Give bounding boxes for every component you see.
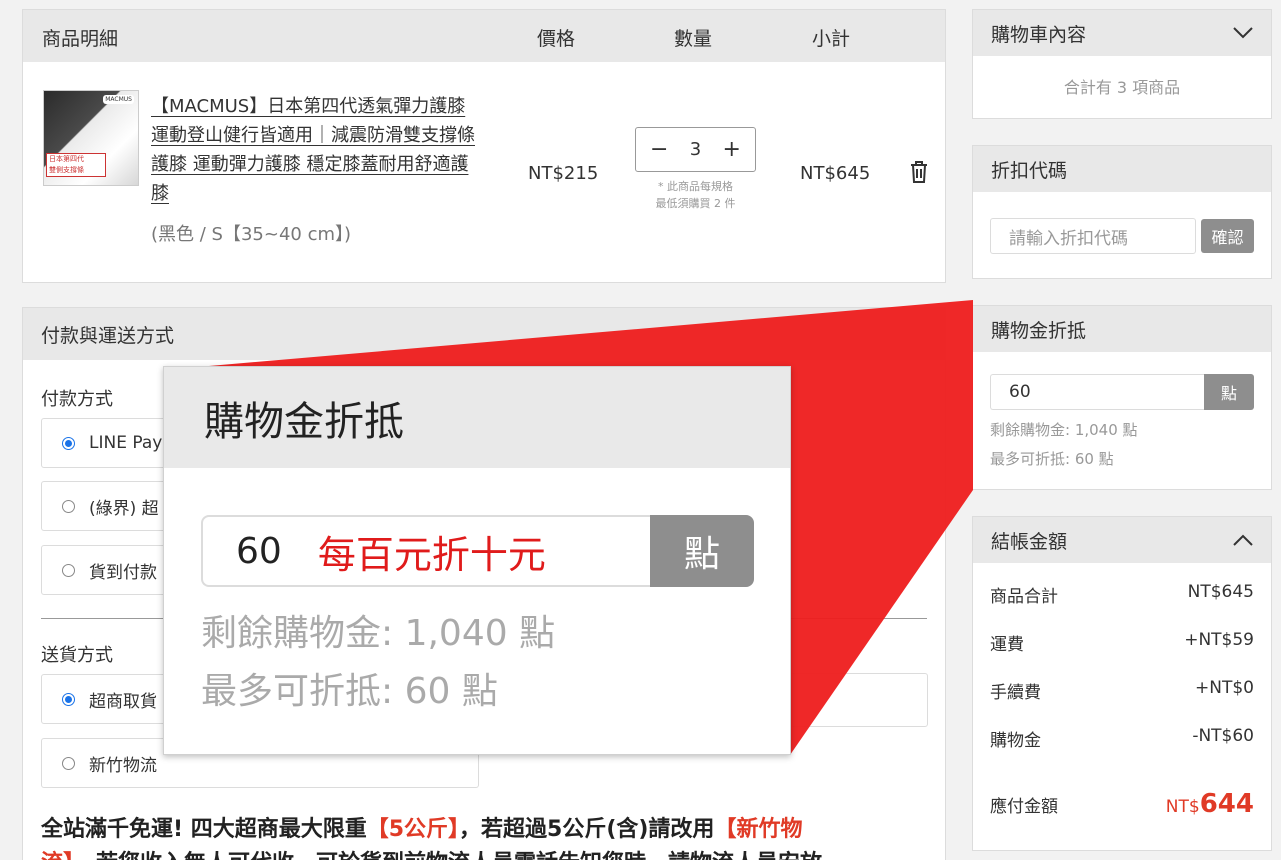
store-select-box[interactable] [783, 673, 928, 727]
coupon-panel: 折扣代碼 請輸入折扣代碼 確認 [972, 145, 1272, 279]
column-header-price: 價格 [537, 28, 576, 50]
chevron-down-icon[interactable] [1233, 27, 1253, 39]
points-remaining: 剩餘購物金: 1,040 點 [990, 421, 1138, 439]
chevron-up-icon[interactable] [1233, 534, 1253, 546]
coupon-confirm-button[interactable]: 確認 [1201, 219, 1254, 253]
summary-row-shipping: 運費 +NT$59 [990, 630, 1254, 655]
radio-icon[interactable] [62, 563, 75, 577]
radio-icon[interactable] [62, 499, 75, 513]
points-title: 購物金折抵 [973, 306, 1271, 352]
qty-increase-button[interactable]: + [723, 137, 741, 162]
cart-table: 商品明細 價格 數量 小計 MACMUS 日本第四代 雙側支撐條 【MACMUS… [22, 9, 946, 283]
column-header-subtotal: 小計 [812, 28, 851, 50]
qty-value[interactable]: 3 [690, 139, 701, 160]
summary-row-points: 購物金 -NT$60 [990, 726, 1254, 751]
summary-row-fee: 手續費 +NT$0 [990, 678, 1254, 703]
column-header-qty: 數量 [674, 28, 713, 50]
points-max: 最多可折抵: 60 點 [990, 450, 1114, 468]
zoom-unit-button: 點 [650, 515, 754, 587]
coupon-input[interactable]: 請輸入折扣代碼 [990, 218, 1196, 254]
cart-item-count: 合計有 3 項商品 [1063, 78, 1181, 97]
zoom-annotation: 每百元折十元 [317, 532, 546, 577]
checkout-summary-panel: 結帳金額 商品合計 NT$645 運費 +NT$59 手續費 +NT$0 購物金 -NT… [972, 516, 1272, 851]
radio-selected-icon[interactable] [62, 436, 75, 450]
shipping-notice: 全站滿千免運! 四大超商最大限重【5公斤】，若超過5公斤(含)請改用【新竹物流】… [41, 817, 822, 860]
shipping-method-label: 送貨方式 [41, 645, 113, 666]
zoom-title: 購物金折抵 [164, 367, 790, 468]
payment-method-label: 付款方式 [41, 389, 113, 410]
product-name-link[interactable]: 【MACMUS】日本第四代透氣彈力護膝 運動登山健行皆適用｜減震防滑雙支撐條護膝… [151, 92, 486, 208]
zoom-remaining: 剩餘購物金: 1,040 點 [201, 613, 556, 654]
product-price: NT$215 [528, 163, 599, 184]
cart-content-panel: 購物車內容 合計有 3 項商品 [972, 9, 1272, 119]
column-header-product: 商品明細 [42, 28, 119, 50]
points-unit-button[interactable]: 點 [1204, 374, 1254, 410]
cart-table-header: 商品明細 價格 數量 小計 [23, 10, 945, 62]
qty-min-note: * 此商品每規格 最低須購買 2 件 [655, 180, 736, 210]
total-amount: NT$644 [1165, 789, 1254, 819]
summary-row-total: 應付金額 NT$644 [990, 789, 1254, 819]
zoom-points-input: 60 每百元折十元 [201, 515, 651, 587]
summary-row-subtotal: 商品合計 NT$645 [990, 582, 1254, 607]
summary-header[interactable]: 結帳金額 [973, 517, 1271, 563]
product-subtotal: NT$645 [800, 163, 871, 184]
radio-icon[interactable] [62, 756, 75, 770]
zoom-max: 最多可折抵: 60 點 [201, 671, 498, 712]
qty-decrease-button[interactable]: − [650, 137, 668, 162]
cart-content-title: 購物車內容 [991, 23, 1087, 46]
points-panel: 購物金折抵 60 點 剩餘購物金: 1,040 點 最多可折抵: 60 點 [972, 305, 1272, 490]
product-image[interactable]: MACMUS 日本第四代 雙側支撐條 [43, 90, 139, 186]
quantity-stepper: − 3 + [635, 127, 756, 172]
points-input[interactable]: 60 [990, 374, 1204, 410]
radio-selected-icon[interactable] [62, 692, 75, 706]
coupon-title: 折扣代碼 [973, 146, 1271, 192]
zoom-callout: 購物金折抵 60 每百元折十元 點 剩餘購物金: 1,040 點 最多可折抵: … [163, 366, 791, 755]
trash-icon[interactable] [908, 160, 930, 184]
product-image-brand: MACMUS [103, 95, 134, 104]
product-image-tag: 日本第四代 雙側支撐條 [46, 153, 106, 177]
product-variant: (黑色 / S【35~40 cm】) [151, 224, 352, 245]
payment-shipping-title: 付款與運送方式 [23, 308, 945, 360]
summary-title: 結帳金額 [991, 530, 1068, 553]
cart-content-header[interactable]: 購物車內容 [973, 10, 1271, 56]
